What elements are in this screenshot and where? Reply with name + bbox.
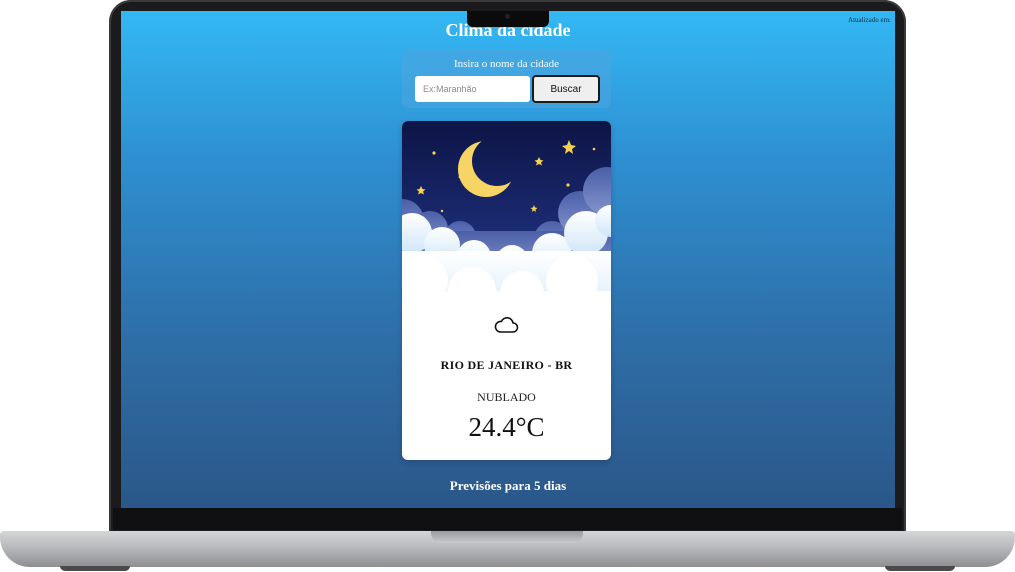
camera-icon — [505, 14, 510, 19]
city-search-input[interactable] — [415, 76, 530, 102]
browser-viewport: Atualizado em: Clima da cidade Insira o … — [121, 11, 895, 508]
moon-icon — [458, 141, 514, 197]
night-sky-illustration — [402, 121, 611, 327]
weather-condition: NUBLADO — [477, 390, 536, 404]
laptop-bottom-bezel — [113, 508, 902, 530]
temperature: 24.4°C — [468, 412, 545, 442]
laptop-foot-left — [60, 566, 130, 571]
search-button[interactable]: Buscar — [532, 75, 600, 103]
cloud-icon — [494, 317, 519, 333]
laptop-base-groove — [431, 531, 583, 543]
search-panel: Insira o nome da cidade Buscar — [402, 50, 611, 108]
condition-icon-badge — [488, 308, 524, 338]
weather-card: RIO DE JANEIRO - BR NUBLADO 24.4°C — [402, 121, 611, 460]
forecast-title: Previsões para 5 dias — [449, 478, 567, 493]
search-label: Insira o nome da cidade — [453, 58, 560, 70]
laptop-foot-right — [885, 566, 955, 571]
city-name: RIO DE JANEIRO - BR — [440, 358, 573, 372]
